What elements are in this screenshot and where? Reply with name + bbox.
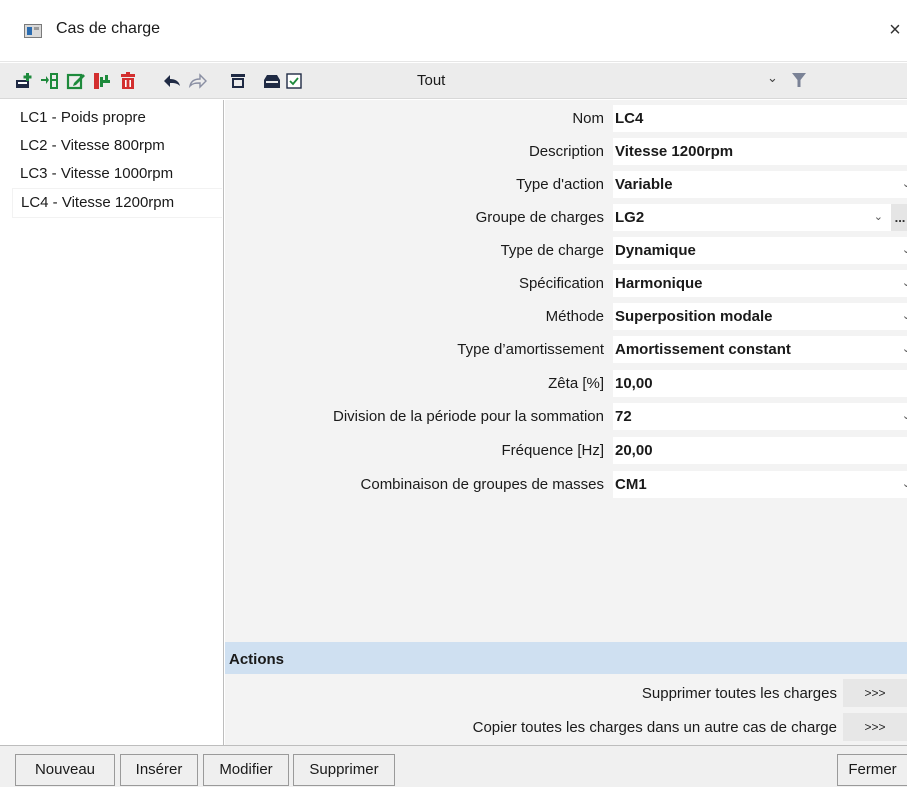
properties-panel: Nom LC4 Description Vitesse 1200rpm Type…	[225, 100, 907, 745]
copy-all-loads-button[interactable]: >>>	[843, 713, 907, 741]
chevron-down-icon[interactable]: ⌄	[767, 70, 778, 86]
property-row: Spécification Harmonique ⌄	[225, 267, 907, 300]
method-select[interactable]: Superposition modale ⌄	[613, 303, 907, 330]
insert-icon[interactable]	[40, 71, 60, 91]
property-row: Nom LC4	[225, 102, 907, 135]
more-button[interactable]: ...	[891, 204, 907, 231]
chevron-down-icon: ⌄	[873, 211, 883, 223]
property-value: 20,00	[615, 442, 653, 459]
name-field[interactable]: LC4	[613, 105, 907, 132]
actions-header: Actions	[225, 642, 907, 674]
property-label: Groupe de charges	[475, 209, 604, 226]
property-value: CM1	[615, 476, 647, 493]
window-title: Cas de charge	[56, 20, 161, 37]
description-field[interactable]: Vitesse 1200rpm	[613, 138, 907, 165]
property-row: Méthode Superposition modale ⌄	[225, 300, 907, 333]
property-value: Dynamique	[615, 242, 696, 259]
load-type-select[interactable]: Dynamique ⌄	[613, 237, 907, 264]
print-icon[interactable]	[228, 71, 248, 91]
delete-all-loads-button[interactable]: >>>	[843, 679, 907, 707]
property-label: Nom	[572, 110, 604, 127]
close-icon[interactable]: ×	[883, 16, 907, 44]
title-bar: Cas de charge ×	[0, 0, 907, 62]
close-button[interactable]: Fermer	[837, 754, 907, 786]
list-item-selected[interactable]: LC4 - Vitesse 1200rpm	[14, 189, 222, 217]
property-row: Type d’amortissement Amortissement const…	[225, 333, 907, 366]
property-value: LC4	[615, 110, 644, 127]
property-label: Division de la période pour la sommation	[333, 408, 604, 425]
new-icon[interactable]	[14, 71, 34, 91]
property-label: Type d’amortissement	[457, 341, 604, 358]
list-item[interactable]: LC1 - Poids propre	[14, 105, 222, 133]
property-value: 72	[615, 408, 632, 425]
action-label: Copier toutes les charges dans un autre …	[472, 719, 837, 736]
action-row: Supprimer toutes les charges >>>	[225, 676, 907, 710]
toolbar: Tout ⌄	[0, 63, 907, 99]
load-group-select[interactable]: LG2 ⌄...	[613, 204, 907, 231]
undo-icon[interactable]	[162, 71, 182, 91]
action-label: Supprimer toutes les charges	[641, 685, 837, 702]
property-row: Division de la période pour la sommation…	[225, 400, 907, 433]
copy-icon[interactable]	[92, 71, 112, 91]
bottom-bar: Nouveau Insérer Modifier Supprimer Ferme…	[0, 745, 907, 787]
frequency-field[interactable]: 20,00	[613, 437, 907, 464]
specification-select[interactable]: Harmonique ⌄	[613, 270, 907, 297]
property-label: Combinaison de groupes de masses	[360, 476, 604, 493]
app-window-icon	[24, 24, 42, 38]
property-label: Fréquence [Hz]	[501, 442, 604, 459]
property-row: Combinaison de groupes de masses CM1 ⌄	[225, 468, 907, 501]
chevron-down-icon: ⌄	[901, 244, 907, 256]
property-row: Description Vitesse 1200rpm	[225, 135, 907, 168]
chevron-down-icon: ⌄	[901, 178, 907, 190]
property-label: Type de charge	[500, 242, 604, 259]
delete-icon[interactable]	[118, 71, 138, 91]
property-value: Variable	[615, 176, 673, 193]
property-value: Harmonique	[615, 275, 703, 292]
property-row: Type de charge Dynamique ⌄	[225, 234, 907, 267]
action-type-select[interactable]: Variable ⌄	[613, 171, 907, 198]
property-row: Fréquence [Hz] 20,00	[225, 434, 907, 467]
new-button[interactable]: Nouveau	[15, 754, 115, 786]
mass-group-combination-select[interactable]: CM1 ⌄	[613, 471, 907, 498]
list-item[interactable]: LC2 - Vitesse 800rpm	[14, 133, 222, 161]
save-icon[interactable]	[262, 71, 282, 91]
edit-icon[interactable]	[66, 71, 86, 91]
action-row: Copier toutes les charges dans un autre …	[225, 710, 907, 744]
property-label: Spécification	[518, 275, 604, 292]
modify-button[interactable]: Modifier	[203, 754, 289, 786]
chevron-down-icon: ⌄	[901, 277, 907, 289]
chevron-down-icon: ⌄	[901, 410, 907, 422]
property-label: Zêta [%]	[548, 375, 604, 392]
filter-select[interactable]: Tout	[417, 72, 445, 89]
property-value: Superposition modale	[615, 308, 773, 325]
insert-button[interactable]: Insérer	[120, 754, 198, 786]
property-row: Type d'action Variable ⌄	[225, 168, 907, 201]
damping-type-select[interactable]: Amortissement constant ⌄	[613, 336, 907, 363]
load-case-list: LC1 - Poids propre LC2 - Vitesse 800rpm …	[0, 100, 224, 745]
property-label: Description	[528, 143, 604, 160]
property-row: Groupe de charges LG2 ⌄...	[225, 201, 907, 234]
redo-icon[interactable]	[188, 71, 208, 91]
filter-icon[interactable]	[790, 71, 808, 89]
property-value: Vitesse 1200rpm	[615, 143, 734, 160]
property-row: Zêta [%] 10,00	[225, 367, 907, 400]
chevron-down-icon: ⌄	[901, 478, 907, 490]
chevron-down-icon: ⌄	[901, 310, 907, 322]
property-value: LG2	[615, 209, 645, 226]
zeta-field[interactable]: 10,00	[613, 370, 907, 397]
property-label: Méthode	[545, 308, 604, 325]
chevron-down-icon: ⌄	[901, 343, 907, 355]
checkbox-icon[interactable]	[284, 71, 304, 91]
delete-button[interactable]: Supprimer	[293, 754, 395, 786]
property-value: Amortissement constant	[615, 341, 791, 358]
period-division-select[interactable]: 72 ⌄	[613, 403, 907, 430]
property-label: Type d'action	[516, 176, 604, 193]
list-item[interactable]: LC3 - Vitesse 1000rpm	[14, 161, 222, 189]
property-value: 10,00	[615, 375, 653, 392]
